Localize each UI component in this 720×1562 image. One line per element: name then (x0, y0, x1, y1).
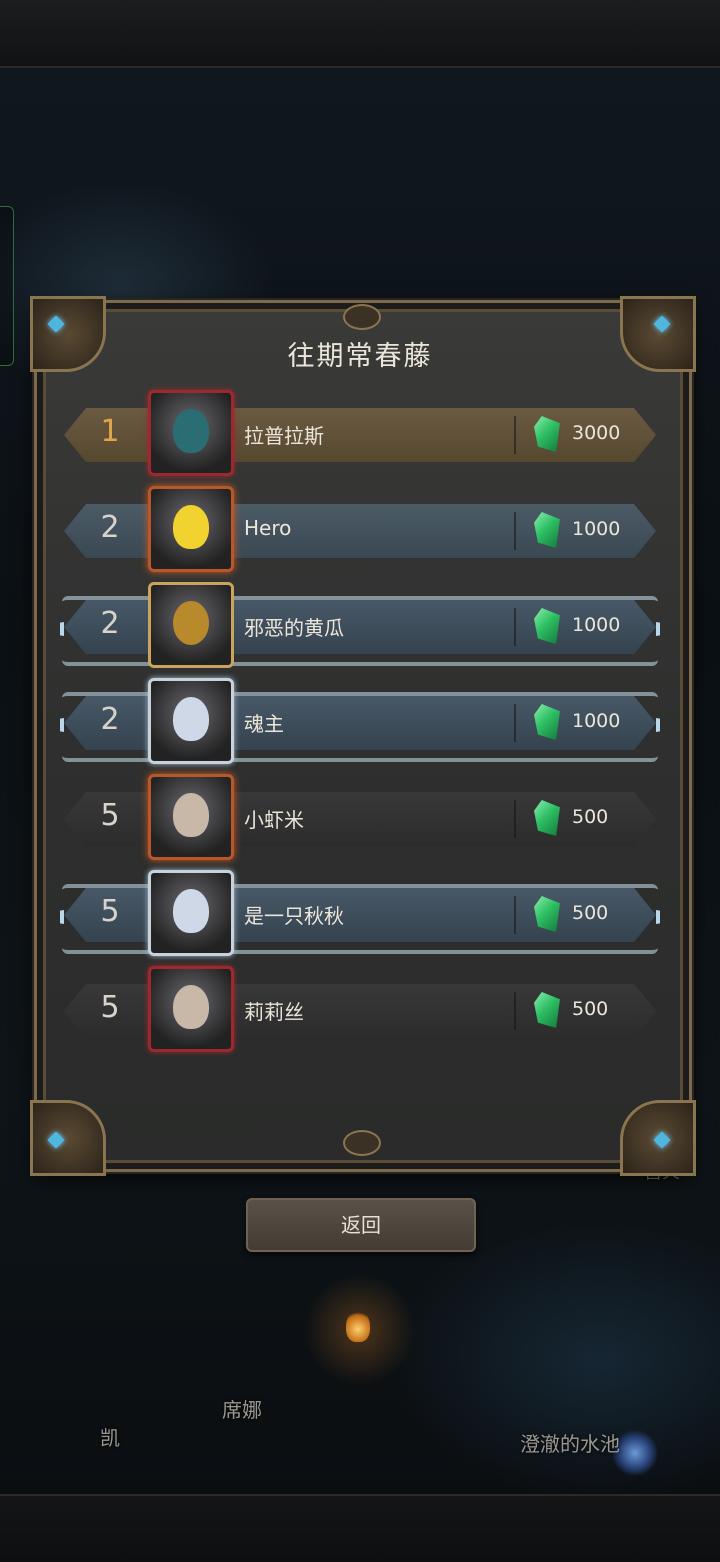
ranking-row[interactable]: 1 拉普拉斯 3000 (60, 384, 660, 480)
torch-glow (346, 1310, 370, 1342)
map-label-pool[interactable]: 澄澈的水池 (520, 1428, 620, 1457)
row-divider (514, 992, 516, 1030)
bottom-bar (0, 1494, 720, 1562)
avatar-face-icon (173, 697, 209, 741)
avatar-face-icon (173, 601, 209, 645)
side-tab[interactable] (0, 206, 14, 366)
ranking-row[interactable]: 2 邪恶的黄瓜 1000 (60, 576, 660, 672)
reward-amount: 500 (572, 806, 609, 828)
ice-spike-icon (656, 910, 660, 924)
rank-number: 5 (100, 894, 120, 929)
rank-number: 2 (100, 606, 120, 641)
reward-amount: 500 (572, 998, 609, 1020)
row-divider (514, 512, 516, 550)
player-avatar[interactable] (148, 582, 234, 668)
ice-spike-icon (60, 622, 64, 636)
reward-amount: 1000 (572, 518, 621, 540)
ice-spike-icon (60, 910, 64, 924)
ranking-row[interactable]: 5 莉莉丝 500 (60, 960, 660, 1056)
rank-number: 5 (100, 798, 120, 833)
ranking-list[interactable]: 1 拉普拉斯 3000 2 Hero 1000 2 邪恶的黄瓜 1000 2 魂主 1000 5 小虾米 5… (60, 384, 660, 1094)
avatar-face-icon (173, 409, 209, 453)
rank-number: 5 (100, 990, 120, 1025)
avatar-face-icon (173, 793, 209, 837)
rank-number: 1 (100, 414, 120, 449)
ice-spike-icon (656, 622, 660, 636)
player-name: 莉莉丝 (244, 1000, 304, 1024)
player-avatar[interactable] (148, 390, 234, 476)
row-divider (514, 416, 516, 454)
player-avatar[interactable] (148, 774, 234, 860)
row-divider (514, 800, 516, 838)
avatar-face-icon (173, 505, 209, 549)
ranking-row[interactable]: 5 是一只秋秋 500 (60, 864, 660, 960)
reward-amount: 1000 (572, 614, 621, 636)
player-name: Hero (244, 516, 292, 540)
ranking-row[interactable]: 5 小虾米 500 (60, 768, 660, 864)
reward-amount: 3000 (572, 422, 621, 444)
map-label-kai[interactable]: 凯 (100, 1422, 120, 1451)
ice-spike-icon (60, 718, 64, 732)
top-bar (0, 0, 720, 68)
avatar-face-icon (173, 889, 209, 933)
player-name: 是一只秋秋 (244, 904, 344, 928)
reward-amount: 500 (572, 902, 609, 924)
player-avatar[interactable] (148, 486, 234, 572)
row-divider (514, 704, 516, 742)
ranking-row[interactable]: 2 魂主 1000 (60, 672, 660, 768)
player-name: 小虾米 (244, 808, 304, 832)
row-divider (514, 608, 516, 646)
row-divider (514, 896, 516, 934)
ranking-row[interactable]: 2 Hero 1000 (60, 480, 660, 576)
player-avatar[interactable] (148, 678, 234, 764)
map-label-xina[interactable]: 席娜 (222, 1394, 262, 1423)
rank-number: 2 (100, 510, 120, 545)
player-avatar[interactable] (148, 966, 234, 1052)
frame-emblem-icon (343, 1130, 381, 1156)
frame-emblem-icon (343, 304, 381, 330)
player-avatar[interactable] (148, 870, 234, 956)
frame-corner (30, 1100, 106, 1176)
ice-spike-icon (656, 718, 660, 732)
back-button[interactable]: 返回 (246, 1198, 476, 1252)
player-name: 邪恶的黄瓜 (244, 616, 344, 640)
reward-amount: 1000 (572, 710, 621, 732)
panel-title: 往期常春藤 (287, 341, 433, 372)
avatar-face-icon (173, 985, 209, 1029)
player-name: 拉普拉斯 (244, 424, 324, 448)
player-name: 魂主 (244, 712, 284, 736)
rank-number: 2 (100, 702, 120, 737)
